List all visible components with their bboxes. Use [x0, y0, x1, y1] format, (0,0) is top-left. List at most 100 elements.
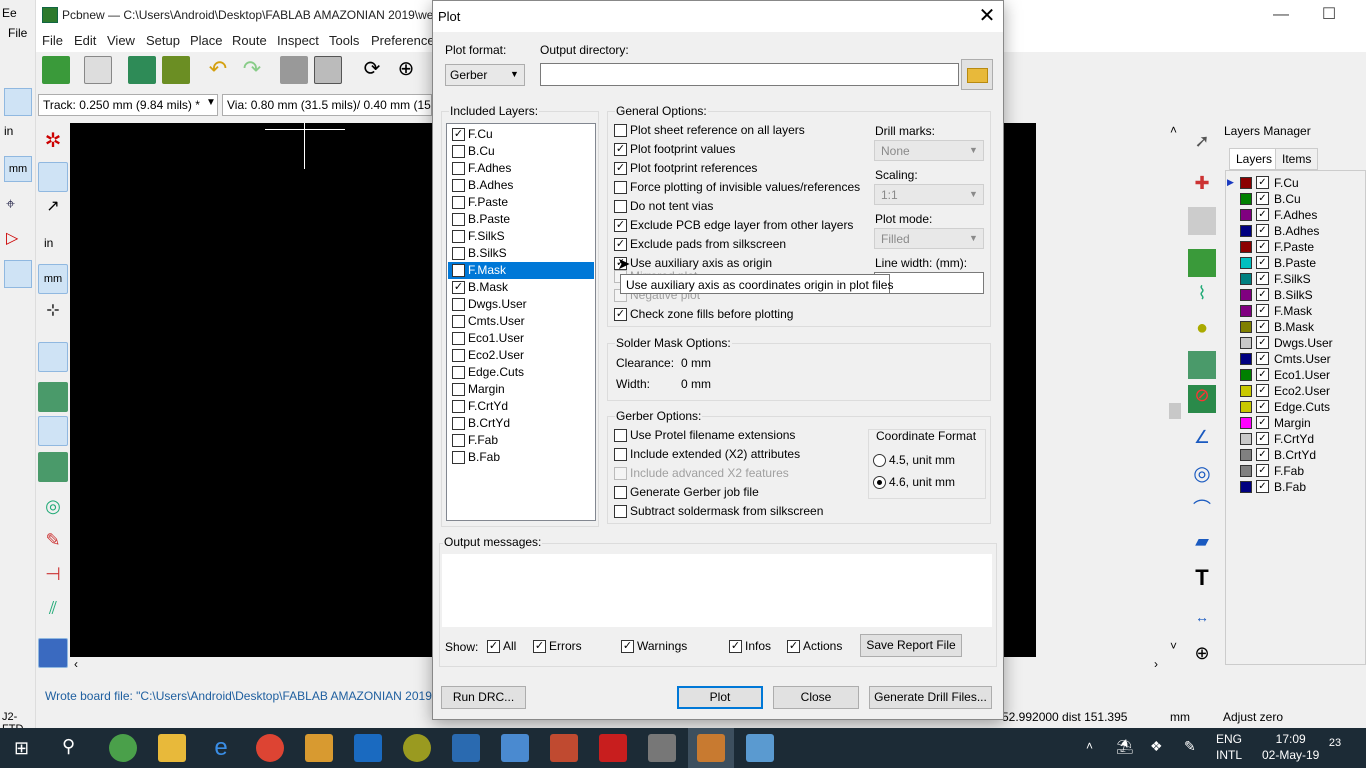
plot-format-select[interactable]: Gerber ▼ [445, 64, 525, 86]
checkbox[interactable] [614, 200, 627, 213]
output-directory-input[interactable] [540, 63, 959, 86]
layers-manager-row[interactable]: ✓ F.SilkS [1230, 271, 1360, 287]
track-width-select[interactable]: Track: 0.250 mm (9.84 mils) * [38, 94, 218, 116]
layer-visibility-checkbox[interactable]: ✓ [1256, 432, 1269, 445]
scroll-left-icon[interactable]: ‹ [74, 657, 78, 671]
checkbox[interactable]: ✓ [614, 308, 627, 321]
windows-start-icon[interactable]: ⊞ [14, 738, 34, 758]
page-settings-icon[interactable] [84, 56, 112, 84]
add-via-icon[interactable]: ● [1188, 317, 1216, 345]
layer-visibility-checkbox[interactable]: ✓ [1256, 384, 1269, 397]
print-icon[interactable] [280, 56, 308, 84]
included-layer-row[interactable]: B.SilkS [448, 245, 594, 262]
local-ratsnest-icon[interactable] [1188, 207, 1216, 235]
included-layer-row[interactable]: Cmts.User [448, 313, 594, 330]
layer-color-swatch[interactable] [1240, 289, 1252, 301]
layer-visibility-checkbox[interactable]: ✓ [1256, 400, 1269, 413]
maximize-icon[interactable]: ☐ [1306, 0, 1352, 30]
included-layers-list[interactable]: ✓ F.Cu B.Cu F.Adhes B.Adhes F.Paste B.Paste F.S… [446, 123, 596, 521]
save-report-button[interactable]: Save Report File [860, 634, 962, 657]
plot-icon[interactable] [314, 56, 342, 84]
footprint-editor-icon[interactable] [128, 56, 156, 84]
via-size-select[interactable]: Via: 0.80 mm (31.5 mils)/ 0.40 mm (15.7 [222, 94, 432, 116]
layer-color-swatch[interactable] [1240, 369, 1252, 381]
included-layer-row[interactable]: B.Cu [448, 143, 594, 160]
included-layer-row[interactable]: Dwgs.User [448, 296, 594, 313]
undo-icon[interactable]: ↶ [204, 56, 232, 84]
included-layer-row[interactable]: F.Adhes [448, 160, 594, 177]
scaling-select[interactable]: 1:1 ▼ [874, 184, 984, 205]
menu-edit[interactable]: Edit [74, 33, 96, 48]
layer-color-swatch[interactable] [1240, 353, 1252, 365]
app-icon-7[interactable] [403, 734, 431, 762]
layers-manager-row[interactable]: ✓ B.SilkS [1230, 287, 1360, 303]
layer-color-swatch[interactable] [1240, 257, 1252, 269]
chevron-up-icon[interactable]: ˄ [1086, 739, 1093, 753]
checkbox[interactable]: ✓ [729, 640, 742, 653]
checkbox[interactable] [452, 264, 465, 277]
layers-manager-row[interactable]: ✓ F.Adhes [1230, 207, 1360, 223]
included-layer-row[interactable]: F.CrtYd [448, 398, 594, 415]
checkbox[interactable] [452, 400, 465, 413]
highlight-net-icon[interactable]: ✚ [1188, 173, 1216, 201]
axis-icon[interactable] [4, 260, 32, 288]
layer-visibility-checkbox[interactable]: ✓ [1256, 416, 1269, 429]
dropbox-icon[interactable]: ❖ [1150, 738, 1163, 755]
checkbox[interactable] [614, 486, 627, 499]
layer-visibility-checkbox[interactable]: ✓ [1256, 224, 1269, 237]
layers-manager-row[interactable]: ✓ Edge.Cuts [1230, 399, 1360, 415]
layer-visibility-checkbox[interactable]: ✓ [1256, 448, 1269, 461]
plot-button[interactable]: Plot [677, 686, 763, 709]
layer-visibility-checkbox[interactable]: ✓ [1256, 256, 1269, 269]
add-circle-icon[interactable]: ◎ [1188, 461, 1216, 489]
included-layer-row[interactable]: Edge.Cuts [448, 364, 594, 381]
redo-icon[interactable]: ↷ [238, 56, 266, 84]
layers-manager-toggle-icon[interactable]: ⫽ [38, 598, 68, 628]
scroll-thumb[interactable] [1169, 403, 1181, 419]
layer-color-swatch[interactable] [1240, 177, 1252, 189]
radio-button[interactable] [873, 454, 886, 467]
select-arrow-icon[interactable]: ➚ [1188, 131, 1216, 159]
checkbox[interactable] [452, 230, 465, 243]
scroll-up-icon[interactable]: ˄ [1170, 123, 1177, 137]
layer-visibility-checkbox[interactable]: ✓ [1256, 288, 1269, 301]
drc-icon[interactable]: ✲ [38, 128, 68, 158]
globe-app-icon[interactable] [109, 734, 137, 762]
route-track-icon[interactable]: ⌇ [1188, 283, 1216, 311]
grid-icon[interactable] [4, 88, 32, 116]
inch-units-label[interactable]: in [4, 124, 13, 138]
place-origin-icon[interactable]: ⊕ [1188, 643, 1216, 671]
edge-icon[interactable]: e [207, 734, 235, 762]
layer-visibility-checkbox[interactable]: ✓ [1256, 320, 1269, 333]
output-messages-box[interactable] [442, 554, 992, 627]
menu-inspect[interactable]: Inspect [277, 33, 319, 48]
app-icon-12[interactable] [648, 734, 676, 762]
layer-color-swatch[interactable] [1240, 465, 1252, 477]
footprint-viewer-icon[interactable] [162, 56, 190, 84]
layer-color-swatch[interactable] [1240, 305, 1252, 317]
mm-units-icon[interactable]: mm [4, 156, 32, 182]
menu-preferences[interactable]: Preference [371, 33, 435, 48]
refresh-icon[interactable]: ⟳ [358, 56, 386, 84]
tab-layers[interactable]: Layers [1229, 148, 1280, 170]
layers-manager-row[interactable]: ✓ F.Cu [1230, 175, 1360, 191]
image-viewer-icon[interactable] [746, 734, 774, 762]
network-icon[interactable]: ⛱ [1116, 738, 1134, 755]
included-layer-row[interactable]: Margin [448, 381, 594, 398]
menu-file[interactable]: File [42, 33, 63, 48]
layers-manager-row[interactable]: ✓ F.CrtYd [1230, 431, 1360, 447]
checkbox[interactable] [452, 434, 465, 447]
checkbox[interactable] [452, 332, 465, 345]
layer-visibility-checkbox[interactable]: ✓ [1256, 336, 1269, 349]
checkbox[interactable]: ✓ [614, 219, 627, 232]
layers-manager-row[interactable]: ✓ Margin [1230, 415, 1360, 431]
scroll-right-icon[interactable]: › [1154, 657, 1158, 671]
included-layer-row[interactable]: B.Adhes [448, 177, 594, 194]
included-layer-row[interactable]: ✓ F.Cu [448, 126, 594, 143]
ratsnest-icon[interactable] [38, 342, 68, 372]
add-line-icon[interactable]: ∠ [1188, 427, 1216, 455]
included-layer-row[interactable]: F.SilkS [448, 228, 594, 245]
drill-marks-select[interactable]: None ▼ [874, 140, 984, 161]
checkbox[interactable] [452, 451, 465, 464]
clock[interactable]: 17:09 02-May-19 [1262, 731, 1319, 763]
